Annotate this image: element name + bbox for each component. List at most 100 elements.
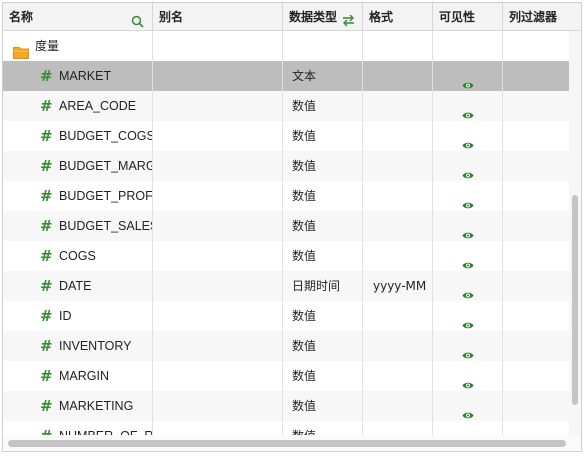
alias-cell[interactable] [153, 181, 283, 211]
filter-cell[interactable] [503, 391, 571, 421]
field-row[interactable]: # DATE 日期时间 yyyy-MM [3, 271, 571, 301]
visible-cell [433, 361, 503, 391]
measure-hash-icon: # [40, 421, 53, 435]
filter-cell[interactable] [503, 241, 571, 271]
filter-cell[interactable] [503, 151, 571, 181]
alias-cell[interactable] [153, 61, 283, 91]
type-cell[interactable]: 数值 [283, 91, 363, 121]
alias-cell[interactable] [153, 241, 283, 271]
eye-icon[interactable] [462, 251, 474, 271]
alias-cell[interactable] [153, 331, 283, 361]
field-row[interactable]: # ID 数值 [3, 301, 571, 331]
filter-cell[interactable] [503, 181, 571, 211]
column-header-format[interactable]: 格式 [363, 3, 433, 31]
eye-icon[interactable] [462, 101, 474, 121]
field-row[interactable]: # NUMBER_OF_RE 数值 [3, 421, 571, 435]
filter-cell[interactable] [503, 301, 571, 331]
type-value: 数值 [292, 219, 317, 233]
eye-icon[interactable] [462, 311, 474, 331]
format-cell[interactable] [363, 421, 433, 435]
type-cell[interactable]: 数值 [283, 241, 363, 271]
eye-icon[interactable] [462, 131, 474, 151]
eye-icon[interactable] [462, 281, 474, 301]
alias-cell[interactable] [153, 421, 283, 435]
format-cell[interactable] [363, 181, 433, 211]
alias-cell[interactable] [153, 121, 283, 151]
filter-cell[interactable] [503, 421, 571, 435]
field-row[interactable]: # BUDGET_SALES 数值 [3, 211, 571, 241]
format-cell[interactable] [363, 361, 433, 391]
type-cell[interactable]: 文本 [283, 61, 363, 91]
type-cell[interactable]: 日期时间 [283, 271, 363, 301]
eye-icon[interactable] [462, 341, 474, 361]
field-row[interactable]: # MARGIN 数值 [3, 361, 571, 391]
format-cell[interactable] [363, 391, 433, 421]
folder-row[interactable]: 度量 [3, 31, 571, 61]
alias-cell[interactable] [153, 151, 283, 181]
filter-cell[interactable] [503, 271, 571, 301]
type-value: 数值 [292, 189, 317, 203]
measure-hash-icon: # [40, 397, 53, 415]
horizontal-scrollbar[interactable] [3, 435, 581, 451]
filter-cell[interactable] [503, 121, 571, 151]
format-cell[interactable] [363, 151, 433, 181]
column-header-alias[interactable]: 别名 [153, 3, 283, 31]
vertical-scrollbar-thumb[interactable] [572, 195, 578, 405]
alias-cell[interactable] [153, 271, 283, 301]
measure-hash-icon: # [40, 67, 53, 85]
field-row[interactable]: # BUDGET_MARG 数值 [3, 151, 571, 181]
eye-icon[interactable] [462, 161, 474, 181]
filter-cell[interactable] [503, 61, 571, 91]
column-header-visible[interactable]: 可见性 [433, 3, 503, 31]
type-cell[interactable]: 数值 [283, 181, 363, 211]
field-row[interactable]: # MARKETING 数值 [3, 391, 571, 421]
type-cell[interactable]: 数值 [283, 421, 363, 435]
field-row[interactable]: # BUDGET_COGS 数值 [3, 121, 571, 151]
field-name-cell: # BUDGET_COGS [3, 121, 153, 151]
type-cell[interactable]: 数值 [283, 301, 363, 331]
eye-icon[interactable] [462, 371, 474, 391]
alias-cell[interactable] [153, 31, 283, 61]
eye-icon[interactable] [462, 71, 474, 91]
column-header-filter-label: 列过滤器 [509, 10, 558, 24]
column-header-filter[interactable]: 列过滤器 [503, 3, 581, 31]
filter-cell[interactable] [503, 211, 571, 241]
format-cell[interactable] [363, 91, 433, 121]
filter-cell[interactable] [503, 331, 571, 361]
column-header-name[interactable]: 名称 [3, 3, 153, 31]
filter-cell[interactable] [503, 91, 571, 121]
format-cell[interactable] [363, 301, 433, 331]
type-cell[interactable]: 数值 [283, 121, 363, 151]
format-cell[interactable] [363, 211, 433, 241]
type-cell[interactable]: 数值 [283, 331, 363, 361]
filter-cell[interactable] [503, 361, 571, 391]
field-row[interactable]: # BUDGET_PROFI 数值 [3, 181, 571, 211]
field-row[interactable]: # INVENTORY 数值 [3, 331, 571, 361]
field-row[interactable]: # MARKET 文本 [3, 61, 571, 91]
alias-cell[interactable] [153, 91, 283, 121]
alias-cell[interactable] [153, 361, 283, 391]
format-cell[interactable] [363, 31, 433, 61]
alias-cell[interactable] [153, 301, 283, 331]
field-name-cell: # NUMBER_OF_RE [3, 421, 153, 435]
type-cell[interactable]: 数值 [283, 151, 363, 181]
field-row[interactable]: # AREA_CODE 数值 [3, 91, 571, 121]
format-cell[interactable] [363, 121, 433, 151]
type-cell[interactable]: 数值 [283, 211, 363, 241]
filter-cell[interactable] [503, 31, 571, 61]
format-cell[interactable] [363, 331, 433, 361]
eye-icon[interactable] [462, 191, 474, 211]
vertical-scrollbar[interactable] [569, 31, 581, 435]
column-header-datatype[interactable]: 数据类型 [283, 3, 363, 31]
format-cell[interactable] [363, 61, 433, 91]
type-cell[interactable]: 数值 [283, 361, 363, 391]
eye-icon[interactable] [462, 401, 474, 421]
alias-cell[interactable] [153, 391, 283, 421]
field-row[interactable]: # COGS 数值 [3, 241, 571, 271]
format-cell[interactable] [363, 241, 433, 271]
format-cell[interactable]: yyyy-MM [363, 271, 433, 301]
type-cell[interactable]: 数值 [283, 391, 363, 421]
horizontal-scrollbar-thumb[interactable] [8, 440, 566, 447]
alias-cell[interactable] [153, 211, 283, 241]
eye-icon[interactable] [462, 221, 474, 241]
